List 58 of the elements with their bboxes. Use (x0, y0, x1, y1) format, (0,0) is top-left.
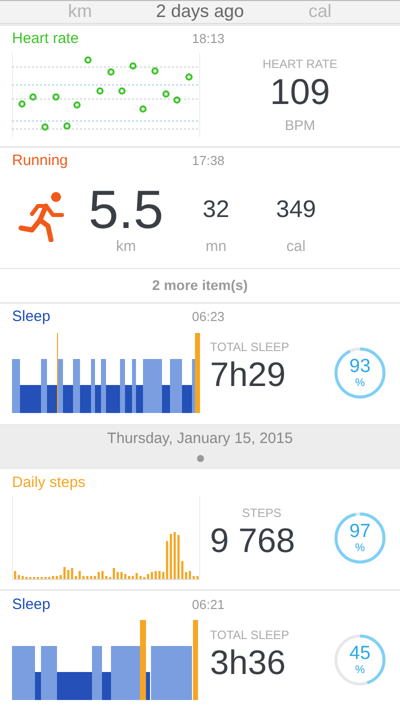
card-title: Sleep (12, 308, 52, 326)
light-sleep-bar (120, 358, 125, 413)
stat-label: TOTAL SLEEP (210, 628, 290, 642)
light-sleep-bar (92, 646, 102, 700)
unit-label: km (67, 1, 93, 22)
percent-value: 93 (348, 356, 372, 378)
activity-card[interactable]: Sleep 06:23 TOTAL SLEEP 7h29 93 % (0, 304, 400, 424)
sleep-total-value: 7h29 (210, 356, 287, 396)
light-sleep-bar (41, 646, 57, 700)
light-sleep-bar (192, 358, 195, 413)
card-title: Sleep (12, 596, 52, 612)
percent-value: 97 (348, 521, 372, 543)
light-sleep-bar (170, 358, 182, 413)
card-title: Heart rate (12, 30, 80, 48)
steps-value: 9 768 (210, 522, 296, 560)
sleep-total-value: 3h36 (210, 644, 287, 682)
unit-label: km (116, 238, 136, 255)
time-label: 17:38 (192, 153, 226, 168)
light-sleep-bar (73, 358, 80, 413)
card-title: Running (12, 152, 69, 170)
time-label: 18:13 (192, 31, 226, 46)
progress-ring (332, 344, 388, 401)
unit-label: cal (286, 238, 306, 255)
time-label: 06:23 (192, 309, 226, 324)
time-label: 06:21 (192, 596, 226, 612)
percent-sign: % (354, 376, 366, 389)
stat-label: HEART RATE (262, 56, 338, 71)
stat-label: TOTAL SLEEP (210, 340, 290, 354)
activity-card[interactable]: Sleep 06:21 TOTAL SLEEP 3h36 45 % (0, 591, 400, 711)
light-sleep-bar (41, 358, 47, 413)
activity-card[interactable]: Heart rate 18:13 HEART RATE 109 BPM (0, 26, 400, 146)
light-sleep-bar (91, 358, 95, 413)
percent-sign: % (354, 664, 366, 676)
metric-value: 349 (276, 194, 316, 225)
timeline-dot-icon (196, 455, 204, 462)
light-sleep-bar (151, 646, 192, 700)
light-sleep-bar (12, 646, 35, 700)
stat-label: STEPS (241, 506, 282, 520)
light-sleep-bar (58, 358, 63, 413)
metric-value: 32 (202, 194, 230, 225)
activity-card[interactable]: Daily steps STEPS 9 768 97 % (0, 469, 400, 589)
metric-value: 5.5 (88, 182, 164, 238)
activity-card[interactable]: Running 17:38 5.5 km 32 mn 349 cal 2 more item(s) (0, 148, 400, 302)
date-label: Thursday, January 15, 2015 (107, 430, 293, 448)
day-label: 2 days ago (154, 1, 246, 22)
heart-rate-value: 109 (270, 70, 330, 113)
unit-label: BPM (284, 116, 316, 133)
light-sleep-bar (143, 358, 162, 413)
light-sleep-bar (132, 358, 136, 413)
progress-ring (332, 632, 388, 688)
unit-label: mn (206, 238, 226, 255)
light-sleep-bar (12, 358, 20, 413)
percent-sign: % (354, 542, 366, 554)
card-title: Daily steps (12, 474, 86, 490)
unit-label: cal (307, 1, 332, 22)
light-sleep-bar (111, 646, 140, 700)
light-sleep-bar (101, 358, 106, 413)
percent-value: 45 (348, 643, 372, 665)
